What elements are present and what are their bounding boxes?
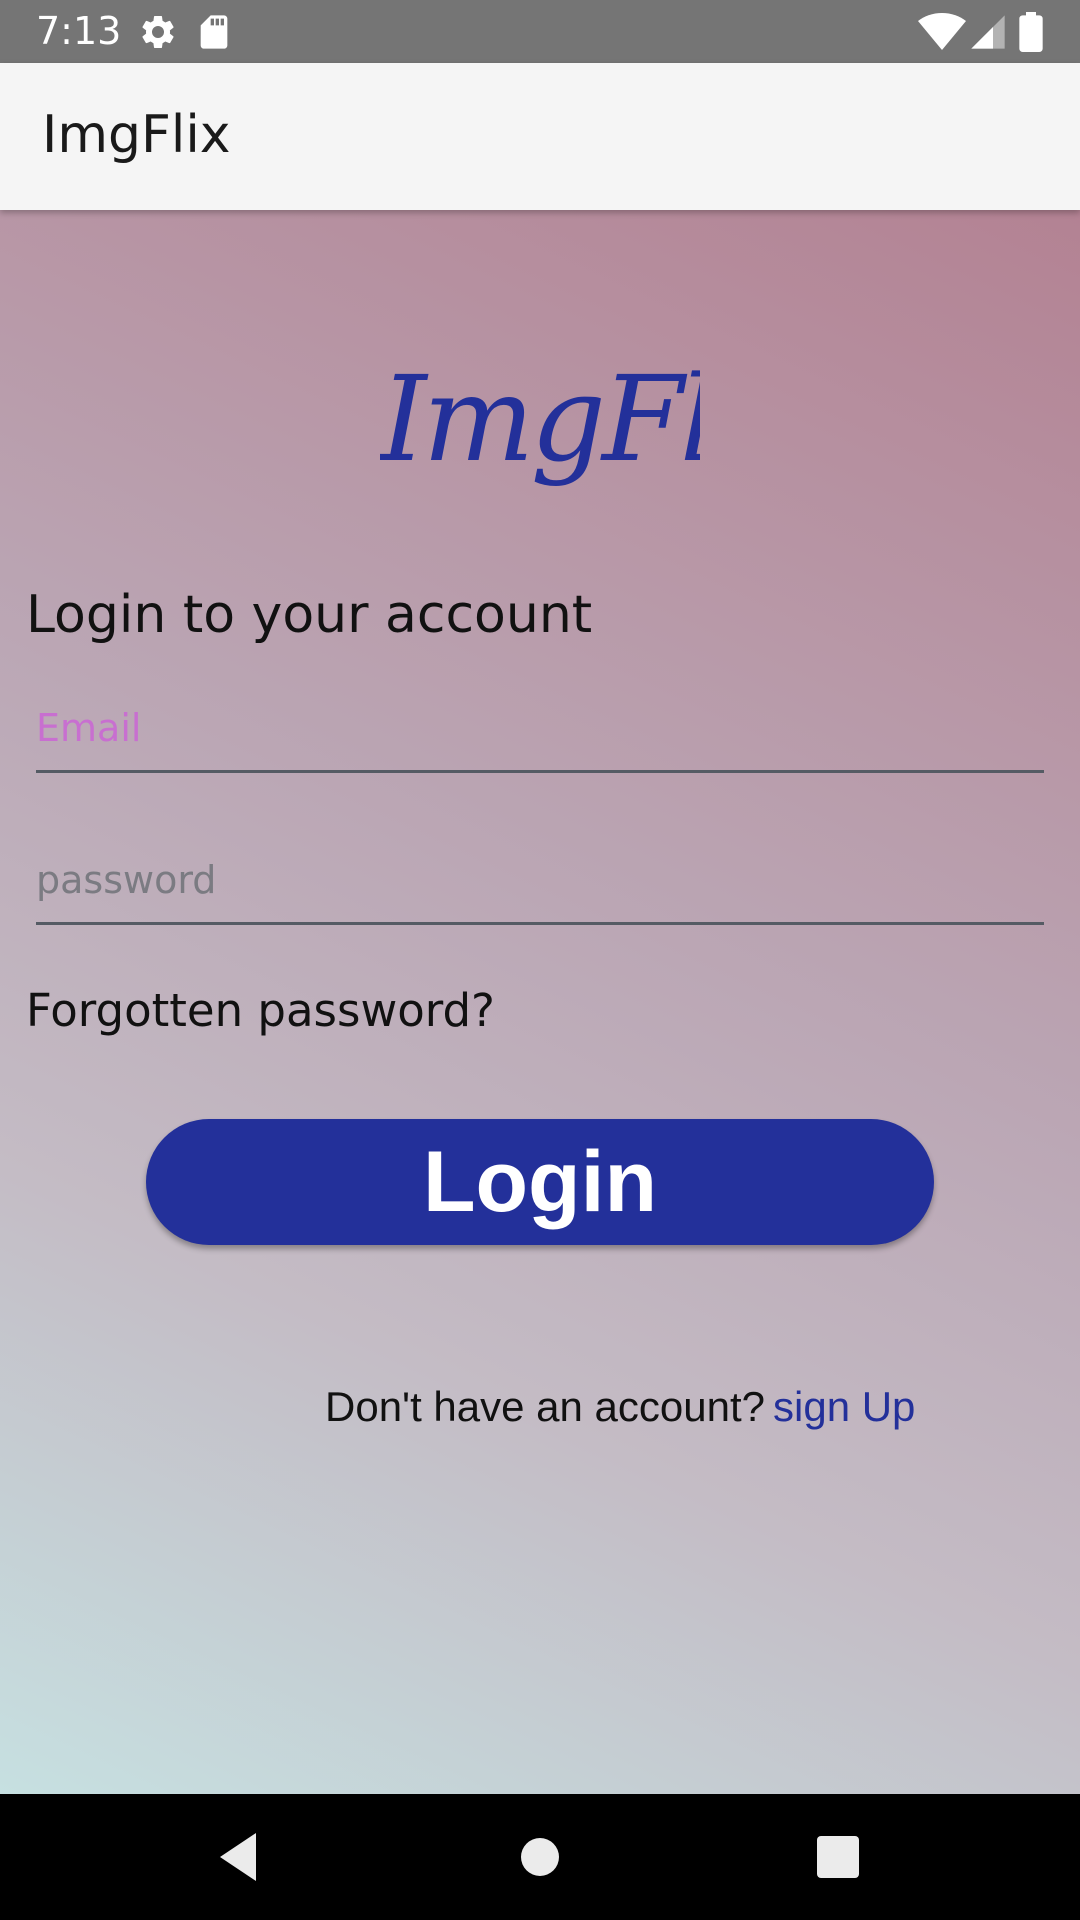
recents-icon[interactable] [808, 1827, 868, 1887]
settings-gear-icon [138, 12, 178, 52]
app-bar: ImgFlix [0, 63, 1080, 210]
back-icon[interactable] [208, 1827, 268, 1887]
home-icon[interactable] [510, 1827, 570, 1887]
signup-link[interactable]: sign Up [773, 1383, 915, 1430]
email-input[interactable] [36, 700, 1044, 756]
navigation-bar [0, 1794, 1080, 1920]
sd-card-icon [194, 12, 234, 52]
status-bar: 7:13 [0, 0, 1080, 63]
forgot-password-link[interactable]: Forgotten password? [26, 985, 495, 1037]
password-input[interactable] [36, 852, 1044, 908]
cellular-signal-icon [968, 12, 1008, 52]
app-title: ImgFlix [42, 105, 231, 165]
login-screen: ImgFlix Login to your account Forgotten … [0, 210, 1080, 1794]
svg-text:ImgFlix: ImgFlix [380, 350, 700, 488]
imgflix-logo: ImgFlix [380, 350, 700, 488]
status-time: 7:13 [36, 9, 122, 53]
signup-prompt: Don't have an account? [325, 1383, 765, 1430]
login-heading: Login to your account [26, 585, 593, 645]
email-field[interactable] [36, 690, 1044, 773]
signup-row: Don't have an account? sign Up [325, 1382, 915, 1432]
password-field[interactable] [36, 842, 1044, 925]
login-button[interactable]: Login [146, 1119, 934, 1245]
wifi-icon [918, 12, 966, 52]
battery-full-icon [1016, 12, 1046, 52]
